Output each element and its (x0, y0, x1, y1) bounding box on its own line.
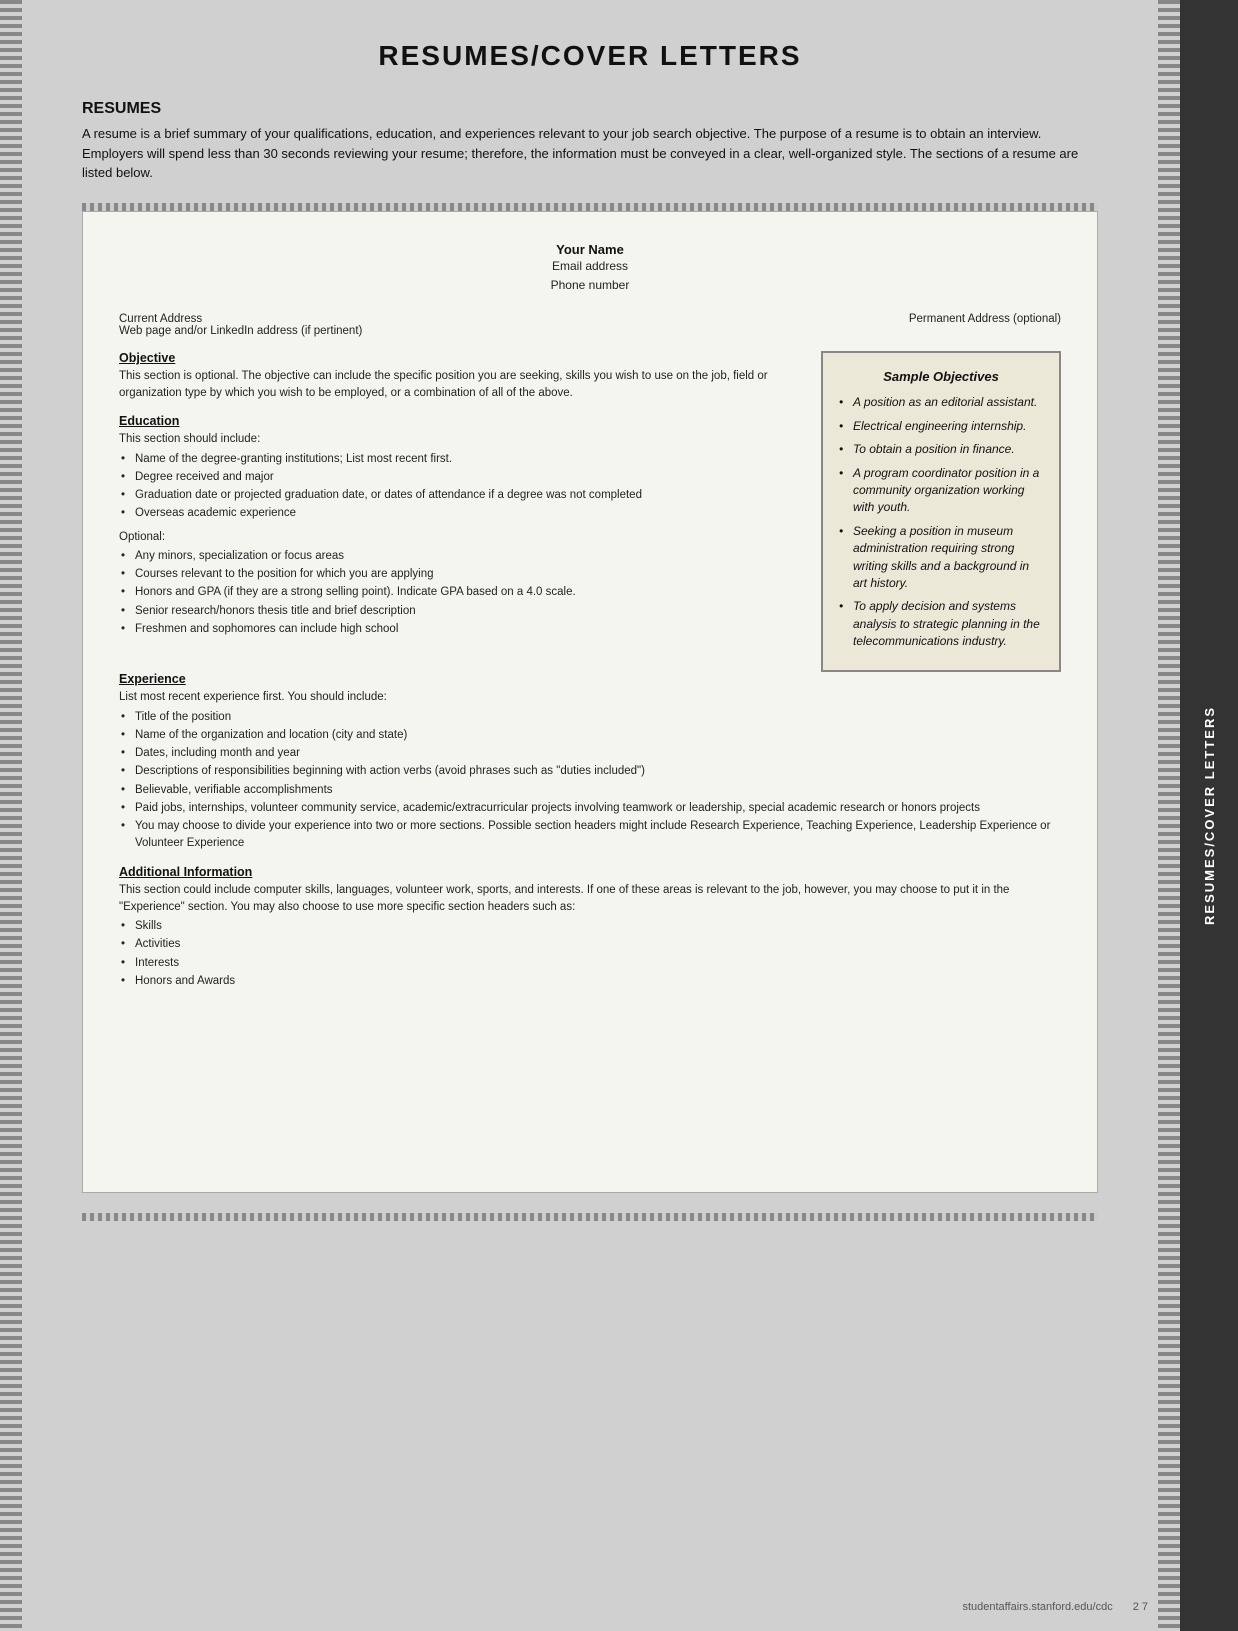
edu-bullet-2: Graduation date or projected graduation … (121, 487, 801, 504)
sample-obj-4: Seeking a position in museum administrat… (839, 523, 1043, 593)
edu-bullet-0: Name of the degree-granting institutions… (121, 451, 801, 468)
main-content-area: RESUMES/COVER LETTERS RESUMES A resume i… (22, 0, 1158, 1631)
exp-bullet-0: Title of the position (121, 709, 1061, 726)
experience-section: Experience List most recent experience f… (119, 672, 1061, 852)
add-bullet-3: Honors and Awards (121, 973, 1061, 990)
current-address-label: Current Address (119, 313, 362, 325)
sample-obj-0: A position as an editorial assistant. (839, 394, 1043, 411)
objective-section: Objective This section is optional. The … (119, 351, 801, 403)
sidebar-tab-label: RESUMES/COVER LETTERS (1202, 706, 1217, 925)
resume-document: Your Name Email address Phone number Cur… (82, 211, 1098, 1194)
sample-obj-list: A position as an editorial assistant. El… (839, 394, 1043, 650)
resume-phone: Phone number (119, 276, 1061, 295)
edu-opt-bullet-0: Any minors, specialization or focus area… (121, 548, 801, 565)
additional-section: Additional Information This section coul… (119, 865, 1061, 991)
sample-objectives-box: Sample Objectives A position as an edito… (821, 351, 1061, 673)
experience-intro: List most recent experience first. You s… (119, 689, 1061, 706)
edu-bullet-1: Degree received and major (121, 469, 801, 486)
education-bullet-list: Name of the degree-granting institutions… (121, 451, 801, 523)
exp-bullet-6: You may choose to divide your experience… (121, 818, 1061, 853)
exp-bullet-4: Believable, verifiable accomplishments (121, 782, 1061, 799)
exp-bullet-1: Name of the organization and location (c… (121, 727, 1061, 744)
sidebar-tab-area: RESUMES/COVER LETTERS (1180, 0, 1238, 1631)
edu-bullet-3: Overseas academic experience (121, 505, 801, 522)
sample-obj-2: To obtain a position in finance. (839, 441, 1043, 458)
footer-page: 2 7 (1133, 1601, 1148, 1613)
sample-obj-3: A program coordinator position in a comm… (839, 465, 1043, 517)
resume-email: Email address (119, 257, 1061, 276)
permanent-address-block: Permanent Address (optional) (909, 313, 1061, 337)
sample-obj-title: Sample Objectives (839, 367, 1043, 387)
two-col-layout: Objective This section is optional. The … (119, 351, 1061, 673)
objective-title: Objective (119, 351, 801, 365)
right-sidebar-outer: RESUMES/COVER LETTERS (1158, 0, 1238, 1631)
sample-obj-5: To apply decision and systems analysis t… (839, 598, 1043, 650)
add-bullet-2: Interests (121, 955, 1061, 972)
permanent-address-label: Permanent Address (optional) (909, 313, 1061, 325)
additional-bullet-list: Skills Activities Interests Honors and A… (121, 918, 1061, 990)
edu-opt-bullet-1: Courses relevant to the position for whi… (121, 566, 801, 583)
intro-paragraph: A resume is a brief summary of your qual… (82, 124, 1098, 183)
right-border-decoration (1158, 0, 1180, 1631)
current-address-block: Current Address Web page and/or LinkedIn… (119, 313, 362, 337)
edu-opt-bullet-4: Freshmen and sophomores can include high… (121, 621, 801, 638)
optional-label: Optional: (119, 529, 801, 546)
additional-title: Additional Information (119, 865, 1061, 879)
exp-bullet-2: Dates, including month and year (121, 745, 1061, 762)
education-optional-list: Any minors, specialization or focus area… (121, 548, 801, 638)
doc-bottom-border (82, 1213, 1098, 1221)
experience-bullet-list: Title of the position Name of the organi… (121, 709, 1061, 853)
education-section: Education This section should include: N… (119, 414, 801, 638)
add-bullet-0: Skills (121, 918, 1061, 935)
sample-obj-1: Electrical engineering internship. (839, 418, 1043, 435)
education-intro: This section should include: (119, 431, 801, 448)
education-title: Education (119, 414, 801, 428)
left-column: Objective This section is optional. The … (119, 351, 801, 673)
edu-opt-bullet-2: Honors and GPA (if they are a strong sel… (121, 584, 801, 601)
left-border-decoration (0, 0, 22, 1631)
address-row: Current Address Web page and/or LinkedIn… (119, 313, 1061, 337)
edu-opt-bullet-3: Senior research/honors thesis title and … (121, 603, 801, 620)
resume-name: Your Name (119, 242, 1061, 257)
exp-bullet-3: Descriptions of responsibilities beginni… (121, 763, 1061, 780)
page-title: RESUMES/COVER LETTERS (82, 40, 1098, 72)
resume-header: Your Name Email address Phone number (119, 242, 1061, 295)
page-footer: studentaffairs.stanford.edu/cdc 2 7 (962, 1601, 1148, 1613)
section-heading-resumes: RESUMES (82, 100, 1098, 118)
experience-title: Experience (119, 672, 1061, 686)
current-address-sub: Web page and/or LinkedIn address (if per… (119, 325, 362, 337)
doc-top-border (82, 203, 1098, 211)
objective-text: This section is optional. The objective … (119, 368, 801, 403)
exp-bullet-5: Paid jobs, internships, volunteer commun… (121, 800, 1061, 817)
add-bullet-1: Activities (121, 936, 1061, 953)
additional-text: This section could include computer skil… (119, 882, 1061, 917)
page-spacer (119, 1002, 1061, 1162)
footer-url: studentaffairs.stanford.edu/cdc (962, 1601, 1112, 1613)
right-column: Sample Objectives A position as an edito… (821, 351, 1061, 673)
